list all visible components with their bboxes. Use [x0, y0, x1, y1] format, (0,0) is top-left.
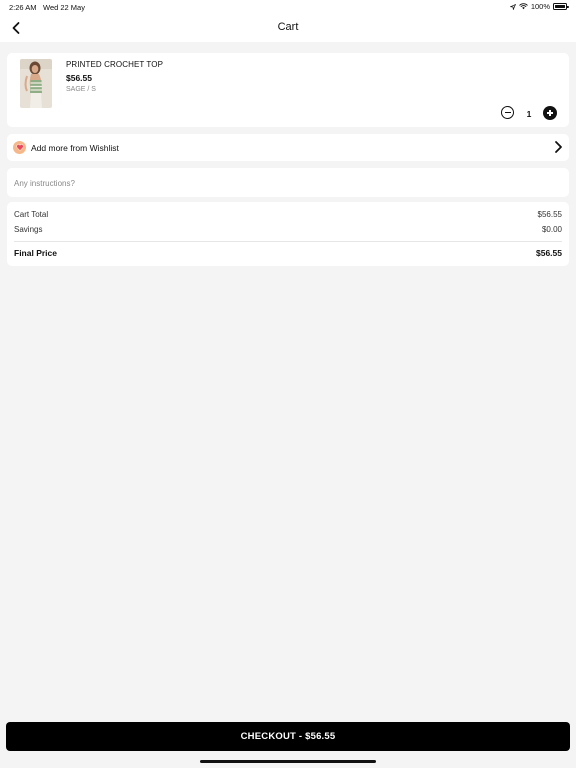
battery-icon: [553, 3, 569, 10]
final-price-value: $56.55: [536, 248, 562, 258]
product-thumbnail[interactable]: [20, 59, 52, 108]
cart-total-value: $56.55: [537, 210, 562, 219]
status-date: Wed 22 May: [43, 3, 85, 12]
page-title: Cart: [277, 21, 299, 33]
checkout-button[interactable]: CHECKOUT - $56.55: [6, 722, 570, 751]
instructions-input[interactable]: [14, 176, 554, 190]
cart-item[interactable]: PRINTED CROCHET TOP $56.55 SAGE / S 1: [7, 53, 569, 127]
savings-row: Savings $0.00: [14, 225, 562, 234]
minus-icon: [504, 111, 511, 114]
status-indicators: 100%: [509, 2, 569, 11]
cart-screen: 2:26 AM Wed 22 May 100% Cart PRINTED CRO…: [0, 0, 576, 768]
navigation-bar: Cart: [0, 14, 576, 42]
status-time: 2:26 AM: [9, 3, 37, 12]
status-bar: 2:26 AM Wed 22 May 100%: [0, 0, 576, 14]
wishlist-label: Add more from Wishlist: [31, 143, 119, 153]
product-name: PRINTED CROCHET TOP: [66, 60, 164, 69]
home-indicator: [200, 760, 376, 763]
location-icon: [509, 3, 516, 10]
wifi-icon: [519, 3, 528, 10]
summary-divider: [14, 241, 562, 242]
savings-label: Savings: [14, 225, 43, 234]
add-from-wishlist-row[interactable]: Add more from Wishlist: [7, 134, 569, 161]
quantity-value: 1: [526, 109, 532, 119]
savings-value: $0.00: [541, 225, 562, 234]
final-price-row: Final Price $56.55: [14, 248, 562, 258]
heart-icon: [13, 141, 26, 154]
chevron-right-icon: [555, 141, 562, 153]
product-price: $56.55: [66, 73, 92, 83]
price-summary: Cart Total $56.55 Savings $0.00 Final Pr…: [7, 202, 569, 266]
cart-total-row: Cart Total $56.55: [14, 210, 562, 219]
instructions-section: [7, 168, 569, 197]
battery-percentage: 100%: [530, 2, 550, 11]
cart-total-label: Cart Total: [14, 210, 49, 219]
increase-quantity-button[interactable]: [543, 106, 557, 120]
final-price-label: Final Price: [14, 248, 57, 258]
decrease-quantity-button[interactable]: [501, 106, 514, 119]
product-variant: SAGE / S: [66, 86, 96, 93]
